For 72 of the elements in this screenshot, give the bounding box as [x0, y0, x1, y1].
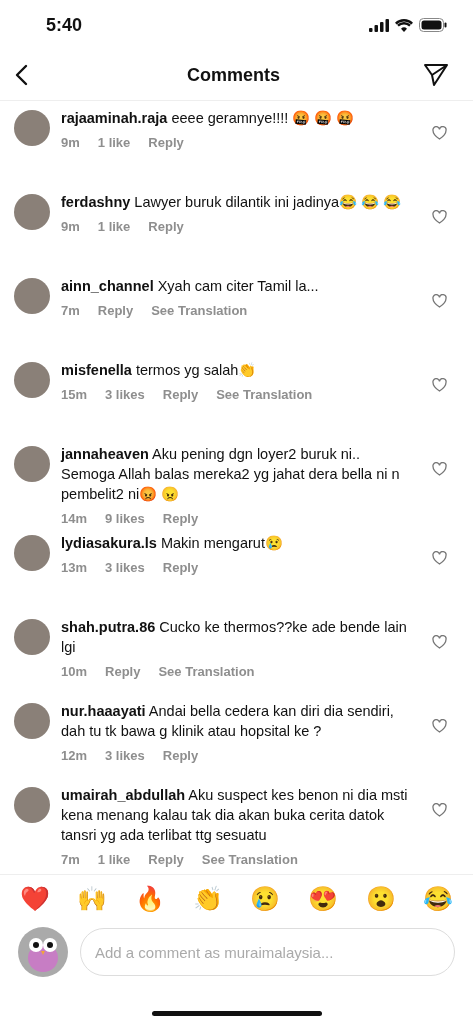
comment-time: 13m	[61, 560, 88, 575]
avatar[interactable]	[14, 535, 50, 571]
likes-link[interactable]: 3 likes	[105, 748, 145, 763]
reply-link[interactable]: Reply	[162, 387, 199, 402]
owl-avatar-icon	[18, 927, 68, 977]
avatar[interactable]	[14, 362, 50, 398]
comment-text: shah.putra.86 Cucko ke thermos??ke ade bende lain lgi	[61, 618, 408, 657]
send-icon[interactable]	[423, 63, 449, 87]
likes-link[interactable]: 9 likes	[105, 511, 145, 526]
emoji-reaction[interactable]: 😢	[250, 885, 281, 913]
heart-icon[interactable]	[432, 635, 447, 649]
avatar[interactable]	[14, 703, 50, 739]
heart-icon[interactable]	[432, 294, 447, 308]
emoji-reaction[interactable]: 😂	[423, 885, 454, 913]
likes-link[interactable]: 3 likes	[105, 387, 145, 402]
wifi-icon	[395, 18, 413, 32]
reply-link[interactable]: Reply	[148, 135, 184, 150]
page-title: Comments	[187, 64, 280, 86]
see-translation-link[interactable]: See Translation	[201, 852, 298, 867]
comment-time: 7m	[61, 303, 80, 318]
comment-text: rajaaminah.raja eeee geramnye!!!! 🤬 🤬 🤬	[61, 109, 356, 128]
comment-text: lydiasakura.ls Makin mengarut😢	[61, 534, 284, 553]
reply-link[interactable]: Reply	[162, 560, 199, 575]
likes-link[interactable]: 1 like	[97, 852, 131, 867]
avatar[interactable]	[14, 787, 50, 823]
avatar[interactable]	[14, 194, 50, 230]
emoji-reaction[interactable]: 🙌	[77, 885, 108, 913]
comment-time: 9m	[61, 219, 80, 234]
reply-link[interactable]: Reply	[97, 303, 134, 318]
reply-link[interactable]: Reply	[148, 852, 184, 867]
reply-link[interactable]: Reply	[105, 664, 141, 679]
heart-icon[interactable]	[432, 803, 447, 817]
comment-time: 7m	[61, 852, 80, 867]
comment-text: umairah_abdullah Aku suspect kes benon ni dia msti kena menang kalau tak dia akan buka cerita datok tansri yg ada terlibat ttg sesuatu	[61, 786, 409, 845]
comment-time: 12m	[61, 748, 88, 763]
emoji-reaction[interactable]: ❤	[19, 885, 50, 913]
avatar[interactable]	[14, 446, 50, 482]
comment-text: nur.haaayati Andai bella cedera kan diri dia sendiri, dah tu tk bawa g klinik atau hopsital ke ?	[61, 702, 395, 741]
avatar[interactable]	[14, 619, 50, 655]
avatar[interactable]	[14, 278, 50, 314]
heart-icon[interactable]	[432, 719, 447, 733]
comment-time: 10m	[61, 664, 88, 679]
comment-time: 15m	[61, 387, 88, 402]
likes-link[interactable]: 1 like	[97, 135, 131, 150]
heart-icon[interactable]	[432, 126, 447, 140]
see-translation-link[interactable]: See Translation	[158, 664, 255, 679]
heart-icon[interactable]	[432, 551, 447, 565]
emoji-reaction[interactable]: 😍	[307, 885, 338, 913]
back-icon[interactable]	[14, 64, 28, 86]
comment-text: ainn_channel Xyah cam citer Tamil la...	[61, 277, 320, 296]
see-translation-link[interactable]: See Translation	[216, 387, 313, 402]
emoji-reaction[interactable]: 🔥	[135, 885, 166, 913]
see-translation-link[interactable]: See Translation	[151, 303, 248, 318]
heart-icon[interactable]	[432, 378, 447, 392]
reply-link[interactable]: Reply	[148, 219, 184, 234]
comment-text: jannaheaven Aku pening dgn loyer2 buruk ni.. Semoga Allah balas mereka2 yg jahat dera bella ni n pembelit2 ni😡 😠	[61, 445, 401, 504]
status-time: 5:40	[46, 14, 83, 36]
comment-text: misfenella termos yg salah👏	[61, 361, 258, 380]
reply-link[interactable]: Reply	[162, 511, 199, 526]
heart-icon[interactable]	[432, 462, 447, 476]
comment-text: ferdashny Lawyer buruk dilantik ini jadinya😂 😂 😂	[61, 193, 403, 212]
heart-icon[interactable]	[432, 210, 447, 224]
battery-icon	[419, 18, 447, 32]
signal-icon	[369, 18, 389, 32]
reply-link[interactable]: Reply	[162, 748, 199, 763]
comment-input[interactable]: Add a comment as muraimalaysia...	[80, 928, 455, 976]
likes-link[interactable]: 3 likes	[105, 560, 145, 575]
comment-time: 14m	[61, 511, 88, 526]
comment-time: 9m	[61, 135, 80, 150]
emoji-reaction[interactable]: 😮	[365, 885, 396, 913]
avatar[interactable]	[14, 110, 50, 146]
likes-link[interactable]: 1 like	[97, 219, 131, 234]
